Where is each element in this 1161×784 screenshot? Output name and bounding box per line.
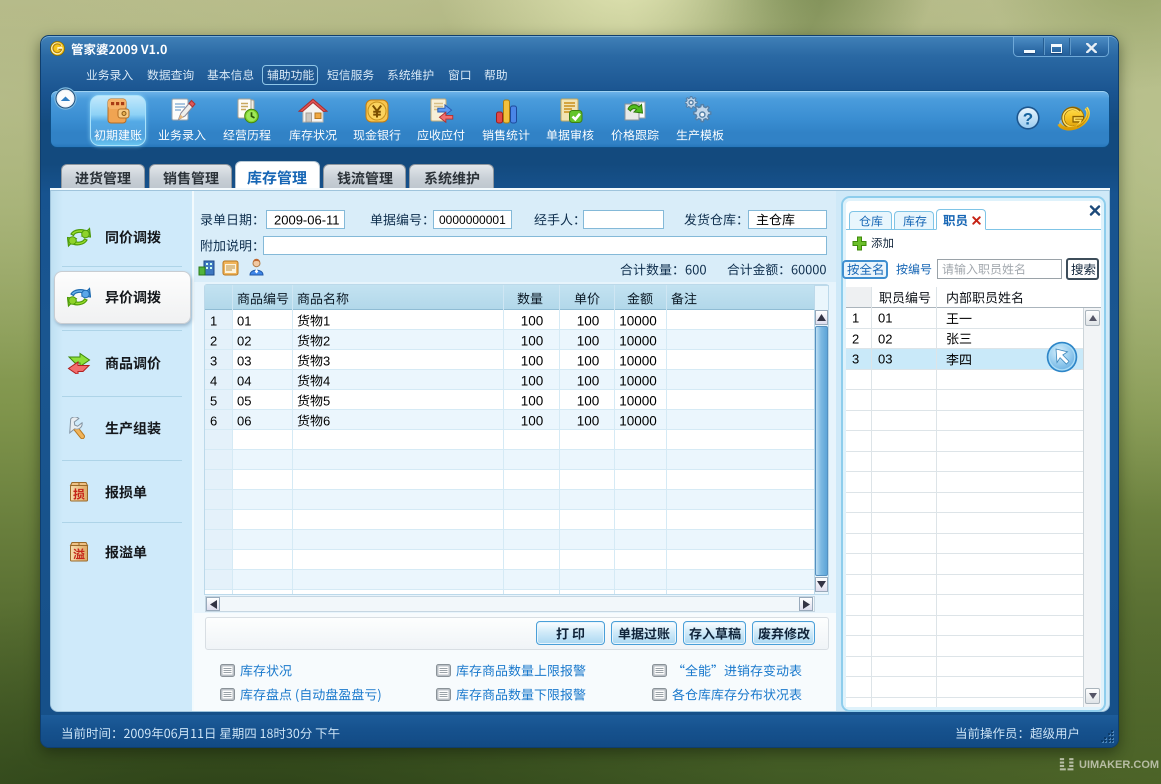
svg-text:?: ?	[1023, 110, 1033, 129]
